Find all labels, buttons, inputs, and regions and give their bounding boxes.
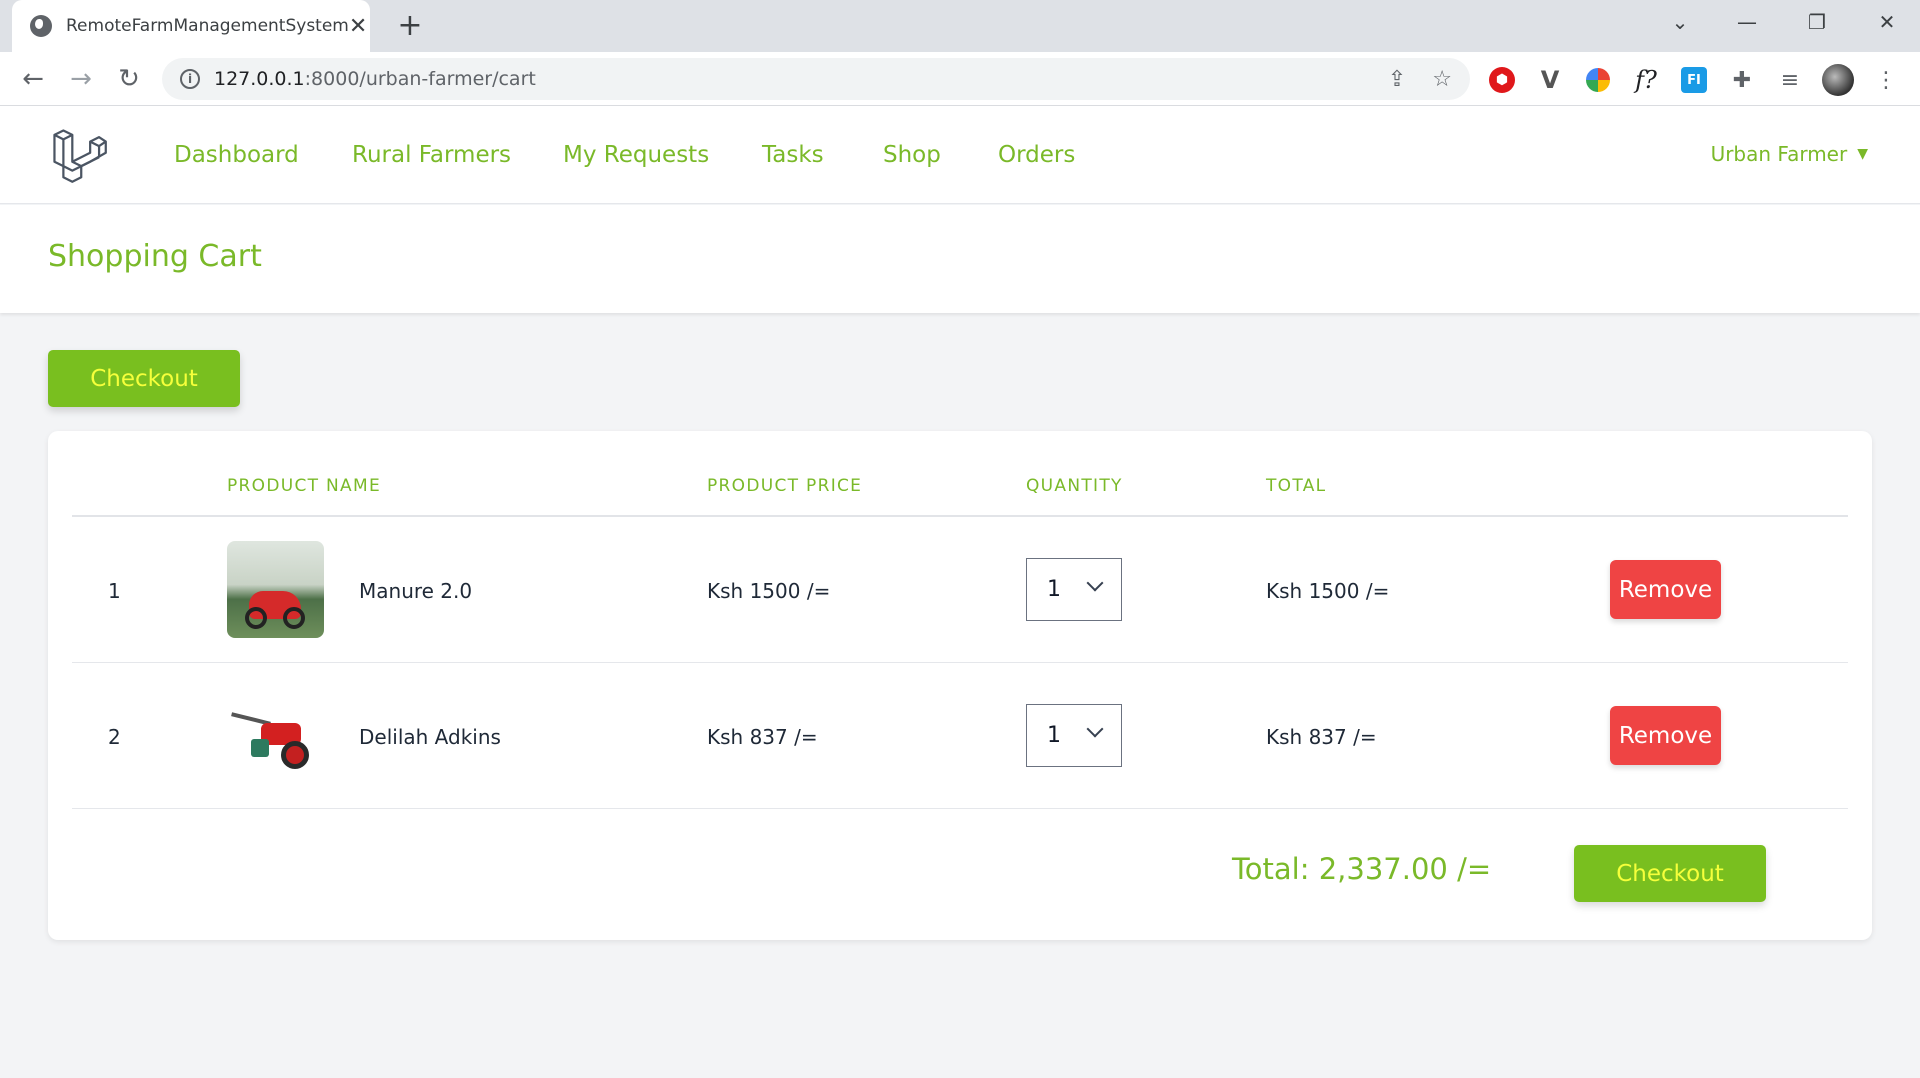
v-ext-icon[interactable]: V xyxy=(1534,64,1566,96)
nav-link-orders[interactable]: Orders xyxy=(998,142,1075,168)
table-row: 1 Manure 2.0 Ksh 1500 /= 1 Ksh 1500 /= R… xyxy=(48,517,1872,662)
site-info-icon[interactable]: i xyxy=(180,69,200,89)
browser-tab[interactable]: RemoteFarmManagementSystem ✕ xyxy=(12,0,370,52)
row-index: 1 xyxy=(108,579,121,603)
header-product-price: PRODUCT PRICE xyxy=(707,476,863,496)
bookmark-star-icon[interactable]: ☆ xyxy=(1432,67,1452,92)
app-navbar: Dashboard Rural Farmers My Requests Task… xyxy=(0,106,1920,204)
forward-icon[interactable]: → xyxy=(62,60,100,98)
browser-toolbar: ← → ↻ i 127.0.0.1:8000/urban-farmer/cart… xyxy=(0,52,1920,106)
product-price: Ksh 1500 /= xyxy=(707,579,831,603)
cart-card: PRODUCT NAME PRODUCT PRICE QUANTITY TOTA… xyxy=(48,431,1872,940)
reload-icon[interactable]: ↻ xyxy=(110,60,148,98)
page-title: Shopping Cart xyxy=(48,239,262,274)
media-list-icon[interactable]: ≡ xyxy=(1774,64,1806,96)
tab-title: RemoteFarmManagementSystem xyxy=(66,16,349,36)
quantity-select[interactable]: 1 xyxy=(1026,558,1122,621)
product-name: Manure 2.0 xyxy=(359,579,473,603)
header-quantity: QUANTITY xyxy=(1026,476,1123,496)
laravel-logo-icon[interactable] xyxy=(50,126,108,184)
checkout-button-top[interactable]: Checkout xyxy=(48,350,240,407)
checkout-button-bottom[interactable]: Checkout xyxy=(1574,845,1766,902)
tab-strip: RemoteFarmManagementSystem ✕ + ⌄ — ❐ ✕ xyxy=(0,0,1920,52)
tab-search-icon[interactable]: ⌄ xyxy=(1645,0,1715,44)
header-product-name: PRODUCT NAME xyxy=(227,476,381,496)
product-price: Ksh 837 /= xyxy=(707,725,818,749)
nav-link-rural-farmers[interactable]: Rural Farmers xyxy=(352,142,511,168)
product-image xyxy=(227,687,324,784)
nav-link-dashboard[interactable]: Dashboard xyxy=(174,142,299,168)
share-icon[interactable]: ⇪ xyxy=(1388,67,1406,92)
quantity-select[interactable]: 1 xyxy=(1026,704,1122,767)
remove-button[interactable]: Remove xyxy=(1610,706,1721,765)
minimize-icon[interactable]: — xyxy=(1712,0,1782,44)
fi-ext-icon[interactable]: FI xyxy=(1678,64,1710,96)
chevron-down-icon xyxy=(1086,574,1104,592)
row-divider xyxy=(72,808,1848,809)
shield-ext-icon[interactable]: ⬢ xyxy=(1486,64,1518,96)
new-tab-button[interactable]: + xyxy=(392,8,428,43)
profile-avatar[interactable] xyxy=(1822,64,1854,96)
nav-link-shop[interactable]: Shop xyxy=(883,142,941,168)
quantity-value: 1 xyxy=(1047,577,1061,602)
user-name: Urban Farmer xyxy=(1710,142,1848,166)
row-total: Ksh 837 /= xyxy=(1266,725,1377,749)
close-icon[interactable]: ✕ xyxy=(1852,0,1920,44)
tab-close-icon[interactable]: ✕ xyxy=(349,14,367,39)
globe-icon xyxy=(30,15,52,37)
grand-total: Total: 2,337.00 /= xyxy=(1232,852,1492,886)
row-index: 2 xyxy=(108,725,121,749)
quantity-value: 1 xyxy=(1047,723,1061,748)
row-total: Ksh 1500 /= xyxy=(1266,579,1390,603)
color-wheel-ext-icon[interactable] xyxy=(1582,64,1614,96)
user-menu-dropdown[interactable]: Urban Farmer ▼ xyxy=(1711,142,1868,166)
table-row: 2 Delilah Adkins Ksh 837 /= 1 Ksh 837 /=… xyxy=(48,663,1872,808)
restore-icon[interactable]: ❐ xyxy=(1782,0,1852,44)
menu-kebab-icon[interactable]: ⋮ xyxy=(1870,64,1902,96)
font-ext-icon[interactable]: f? xyxy=(1630,64,1662,96)
product-image xyxy=(227,541,324,638)
nav-link-tasks[interactable]: Tasks xyxy=(762,142,824,168)
back-icon[interactable]: ← xyxy=(14,60,52,98)
product-name: Delilah Adkins xyxy=(359,725,501,749)
browser-chrome: RemoteFarmManagementSystem ✕ + ⌄ — ❐ ✕ ←… xyxy=(0,0,1920,106)
chevron-down-icon: ▼ xyxy=(1857,146,1868,162)
address-bar[interactable]: i 127.0.0.1:8000/urban-farmer/cart ⇪ ☆ xyxy=(162,58,1470,100)
puzzle-icon[interactable]: ✚ xyxy=(1726,64,1758,96)
chevron-down-icon xyxy=(1086,720,1104,738)
url-text[interactable]: 127.0.0.1:8000/urban-farmer/cart xyxy=(214,68,1362,90)
page-header: Shopping Cart xyxy=(0,205,1920,313)
header-total: TOTAL xyxy=(1266,476,1327,496)
nav-link-my-requests[interactable]: My Requests xyxy=(563,142,709,168)
remove-button[interactable]: Remove xyxy=(1610,560,1721,619)
